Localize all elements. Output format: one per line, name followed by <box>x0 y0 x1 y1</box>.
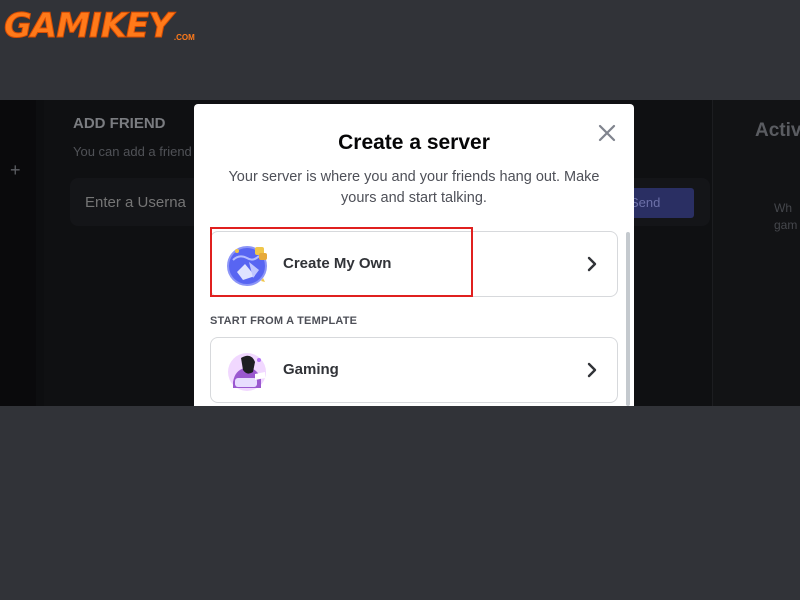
create-server-modal: Create a server Your server is where you… <box>194 104 634 406</box>
username-input[interactable] <box>85 194 195 211</box>
modal-scrollbar[interactable] <box>626 232 630 406</box>
active-now-column <box>712 100 800 406</box>
chevron-right-icon <box>583 254 601 274</box>
add-friend-title: ADD FRIEND <box>73 115 166 132</box>
globe-icon <box>225 242 271 288</box>
gaming-template-button[interactable]: Gaming <box>210 337 618 403</box>
close-icon[interactable] <box>596 122 618 144</box>
active-now-title: Activ <box>755 120 800 141</box>
gaming-icon <box>225 348 271 394</box>
template-section-label: START FROM A TEMPLATE <box>210 315 358 327</box>
logo-brand: GAMIKEY <box>4 6 174 47</box>
option-label: Gaming <box>283 361 339 378</box>
create-my-own-button[interactable]: Create My Own <box>210 231 618 297</box>
modal-title: Create a server <box>338 131 490 154</box>
gamikey-logo: GAMIKEY .COM <box>4 6 195 47</box>
top-banner: GAMIKEY .COM <box>0 0 800 100</box>
option-label: Create My Own <box>283 255 392 272</box>
modal-subtitle: Your server is where you and your friend… <box>228 169 600 206</box>
chevron-right-icon <box>583 360 601 380</box>
add-server-icon[interactable]: + <box>10 160 21 181</box>
active-desc-line: gam <box>774 218 798 232</box>
server-rail: + <box>0 100 36 406</box>
active-desc-line: Wh <box>774 201 792 215</box>
active-now-description: Wh gam <box>774 200 797 234</box>
logo-suffix: .COM <box>173 33 195 42</box>
channel-sidebar <box>36 100 44 406</box>
add-friend-description: You can add a friend <box>73 144 192 159</box>
bottom-area <box>0 406 800 600</box>
